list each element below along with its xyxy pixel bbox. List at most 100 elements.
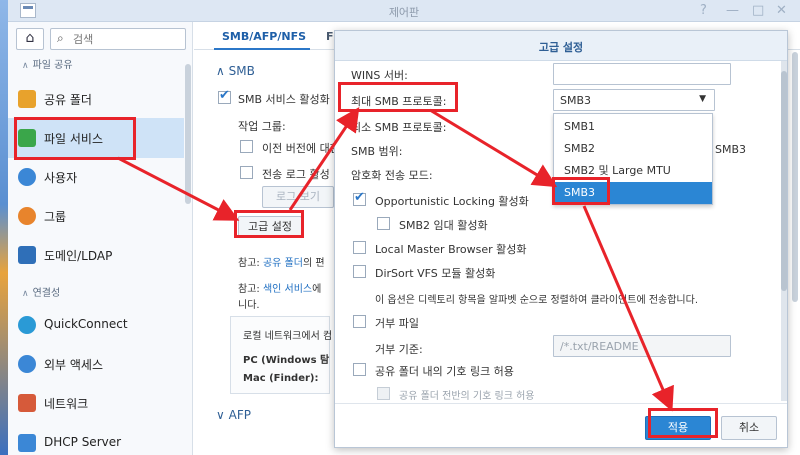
sidebar-item-label: 외부 액세스	[44, 358, 104, 372]
veto-criteria-label: 거부 기준:	[375, 343, 423, 356]
annotation-box-smb3-option	[552, 177, 610, 205]
opportunistic-locking-label: Opportunistic Locking 활성화	[375, 195, 529, 208]
section-label: 파일 공유	[32, 60, 73, 71]
index-service-link[interactable]: 색인 서비스	[263, 284, 312, 295]
sidebar-item-user[interactable]: 사용자	[8, 158, 184, 196]
wins-server-label: WINS 서버:	[351, 69, 408, 82]
sidebar-scrollbar[interactable]	[185, 64, 191, 204]
active-tab-indicator	[214, 48, 310, 50]
veto-criteria-field[interactable]: /*.txt/README	[553, 335, 731, 357]
chevron-up-icon: ∧	[22, 61, 29, 71]
section-label: 연결성	[32, 288, 61, 299]
dialog-footer: 적용 취소	[335, 403, 787, 447]
min-smb-protocol-label: 최소 SMB 프로토콜:	[351, 121, 447, 134]
sidebar-item-dhcp-server[interactable]: DHCP Server	[8, 424, 184, 455]
shared-folder-link[interactable]: 공유 폴더	[263, 258, 303, 269]
section-header-connectivity[interactable]: ∧ 연결성	[22, 284, 60, 299]
chevron-down-icon: ∨	[216, 408, 229, 422]
sidebar-item-label: DHCP Server	[44, 435, 122, 449]
symlink-shared-folder-checkbox[interactable]	[353, 363, 366, 376]
sidebar-item-external-access[interactable]: 외부 액세스	[8, 345, 184, 383]
max-smb-protocol-select[interactable]: SMB3 ▼	[553, 89, 715, 111]
enable-smb-checkbox[interactable]	[218, 88, 231, 104]
sidebar-item-label: QuickConnect	[44, 317, 128, 331]
chevron-up-icon: ∧	[22, 289, 29, 299]
content-scrollbar[interactable]	[792, 52, 798, 302]
dirsort-description: 이 옵션은 디렉토리 항목을 알파벳 순으로 정렬하여 클라이언트에 전송합니다…	[375, 295, 699, 306]
cancel-button[interactable]: 취소	[721, 416, 777, 440]
sidebar-item-label: 공유 폴더	[44, 93, 92, 107]
veto-files-checkbox[interactable]	[353, 315, 366, 328]
veto-files-label: 거부 파일	[375, 317, 419, 330]
close-icon[interactable]: ✕	[776, 3, 787, 18]
annotation-box-advanced-button	[234, 210, 304, 238]
section-label: AFP	[228, 408, 251, 422]
dialog-title: 고급 설정	[538, 41, 584, 54]
section-label: SMB	[228, 64, 255, 78]
annotation-box-apply-button	[648, 408, 718, 438]
enable-smb-label: SMB 서비스 활성화	[238, 93, 330, 106]
sidebar-item-network[interactable]: 네트워크	[8, 384, 184, 422]
help-icon[interactable]: ?	[700, 3, 707, 18]
home-button[interactable]: ⌂	[16, 28, 44, 50]
connection-info-mac: Mac (Finder):	[243, 373, 319, 384]
symlink-across-checkbox[interactable]	[377, 387, 390, 400]
sidebar-item-label: 도메인/LDAP	[44, 249, 113, 263]
section-header-file-sharing[interactable]: ∧ 파일 공유	[22, 56, 73, 71]
sidebar-item-domain-ldap[interactable]: 도메인/LDAP	[8, 236, 184, 274]
dropdown-option-smb2[interactable]: SMB2	[554, 138, 712, 160]
section-header-smb[interactable]: ∧ SMB	[216, 64, 255, 78]
dropdown-option-smb1[interactable]: SMB1	[554, 116, 712, 138]
workgroup-label: 작업 그룹:	[238, 120, 286, 133]
sidebar-item-label: 그룹	[44, 210, 67, 224]
dhcp-server-icon	[18, 434, 36, 452]
note-index-service: 참고: 색인 서비스에	[238, 280, 321, 295]
encryption-mode-label: 암호화 전송 모드:	[351, 169, 433, 182]
dialog-scrollbar[interactable]	[781, 61, 787, 401]
screen: 제어판 ? — □ ✕ ⌂ ⌕ ∧파일 공유 공유 폴더 파일 서비스 사용자 …	[0, 0, 800, 455]
minimize-icon[interactable]: —	[726, 3, 739, 18]
dialog-header: 고급 설정	[335, 31, 787, 61]
maximize-icon[interactable]: □	[752, 3, 764, 18]
opportunistic-locking-checkbox[interactable]	[353, 190, 366, 206]
local-master-browser-label: Local Master Browser 활성화	[375, 243, 527, 256]
chevron-up-icon: ∧	[216, 64, 229, 78]
network-icon	[18, 394, 36, 412]
annotation-box-file-services	[14, 117, 136, 160]
wins-server-field[interactable]	[553, 63, 731, 85]
transfer-log-checkbox[interactable]	[240, 166, 253, 179]
dirsort-checkbox[interactable]	[353, 265, 366, 278]
note-shared-folder: 참고: 공유 폴더의 편	[238, 254, 325, 269]
shared-folder-icon	[18, 90, 36, 108]
window-titlebar: 제어판 ? — □ ✕	[8, 0, 800, 22]
external-access-icon	[18, 355, 36, 373]
connection-info-pc: PC (Windows 탐	[243, 355, 330, 366]
connection-info-text: 로컬 네트워크에서 컴	[243, 331, 333, 342]
search-input[interactable]	[73, 31, 181, 47]
symlink-shared-folder-label: 공유 폴더 내의 기호 링크 허용	[375, 365, 514, 378]
home-icon: ⌂	[25, 30, 35, 46]
symlink-across-label: 공유 폴더 전반의 기호 링크 허용	[399, 391, 535, 402]
domain-ldap-icon	[18, 246, 36, 264]
group-icon	[18, 207, 36, 225]
sidebar-item-group[interactable]: 그룹	[8, 197, 184, 235]
tab-smb-afp-nfs[interactable]: SMB/AFP/NFS	[222, 30, 306, 43]
note-suffix: 의 편	[302, 258, 325, 269]
smb-range-value: SMB3	[715, 143, 747, 156]
local-master-browser-checkbox[interactable]	[353, 241, 366, 254]
window-title: 제어판	[388, 6, 420, 19]
search-box[interactable]: ⌕	[50, 28, 186, 50]
previous-version-label: 이전 버전에 대한	[262, 142, 340, 155]
previous-version-checkbox[interactable]	[240, 140, 253, 153]
section-header-afp[interactable]: ∨ AFP	[216, 408, 251, 422]
dialog-scrollbar-thumb[interactable]	[781, 71, 787, 291]
sidebar-item-quickconnect[interactable]: QuickConnect	[8, 306, 184, 344]
view-log-button[interactable]: 로그 보기	[262, 186, 334, 208]
connection-info-box: 로컬 네트워크에서 컴 PC (Windows 탐 Mac (Finder):	[230, 316, 333, 394]
sidebar-item-shared-folder[interactable]: 공유 폴더	[8, 80, 184, 118]
veto-criteria-value: /*.txt/README	[560, 340, 639, 353]
smb2-lease-checkbox[interactable]	[377, 217, 390, 230]
tab-ftp[interactable]: F	[326, 30, 334, 43]
note-suffix: 에	[312, 284, 322, 295]
note-prefix: 참고:	[238, 284, 263, 295]
